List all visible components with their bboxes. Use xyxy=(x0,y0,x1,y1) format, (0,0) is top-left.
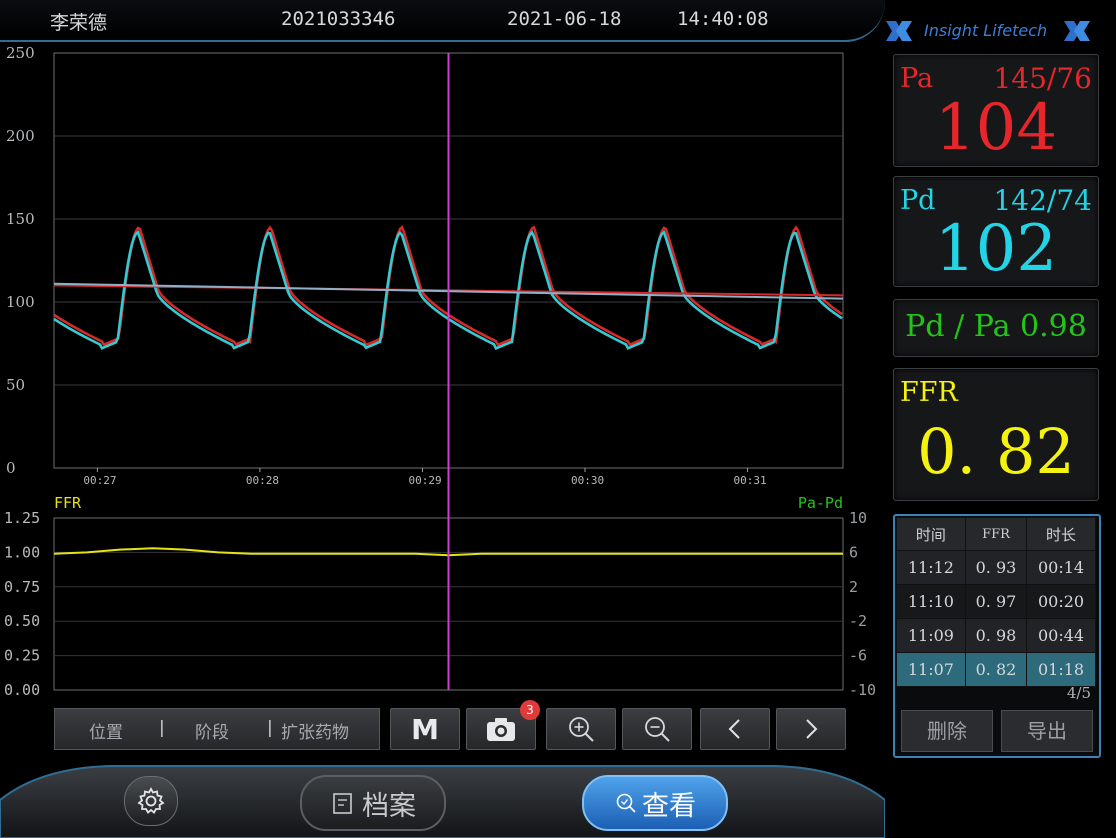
gear-icon xyxy=(137,787,165,814)
logo-text: Insight Lifetech xyxy=(924,21,1048,40)
logo-right-icon xyxy=(1064,21,1090,41)
mark-button[interactable]: M xyxy=(390,708,460,750)
y-tick-label: 0.50 xyxy=(4,612,40,630)
row-time: 11:12 xyxy=(896,550,966,585)
y2-tick-label: 10 xyxy=(849,509,867,527)
y-tick-label: 0.75 xyxy=(4,578,40,596)
zoom-out-button[interactable] xyxy=(622,708,692,750)
previous-button[interactable] xyxy=(700,708,770,750)
y2-tick-label: -10 xyxy=(849,681,876,699)
view-icon xyxy=(616,793,636,813)
position-button[interactable]: 位置 xyxy=(89,718,123,743)
row-ffr: 0. 97 xyxy=(964,584,1028,619)
patient-name: 李荣德 xyxy=(50,12,108,34)
x-tick-label: 00:29 xyxy=(408,474,441,487)
archive-label: 档案 xyxy=(362,790,416,822)
row-time: 11:10 xyxy=(896,584,966,619)
x-tick-label: 00:31 xyxy=(734,474,767,487)
ffr-history-table: 时间 FFR 时长 11:12 0. 93 00:14 11:10 0. 97 … xyxy=(893,514,1101,758)
y-tick-label: 50 xyxy=(6,376,25,394)
y-tick-label: 0 xyxy=(6,459,16,477)
pd-mean-value: 102 xyxy=(934,212,1058,286)
pa-panel: Pa 145/76 104 xyxy=(893,54,1099,167)
delete-button[interactable]: 删除 xyxy=(901,710,993,752)
chevron-left-icon xyxy=(728,719,740,739)
row-ffr: 0. 93 xyxy=(964,550,1028,585)
camera-icon xyxy=(487,718,515,741)
x-tick-label: 00:30 xyxy=(571,474,604,487)
y2-tick-label: -6 xyxy=(849,647,867,665)
snapshot-count-badge: 3 xyxy=(520,700,540,720)
separator: | xyxy=(267,718,273,738)
ffr-label: FFR xyxy=(900,377,958,408)
column-header-ffr: FFR xyxy=(964,517,1028,551)
event-marker-group: 位置 | 阶段 | 扩张药物 xyxy=(54,708,380,750)
row-duration: 00:44 xyxy=(1026,618,1096,653)
row-duration: 00:20 xyxy=(1026,584,1096,619)
ffr-trend-chart[interactable]: FFR Pa-Pd 1.25 1.00 0.75 0.50 0.25 0.00 10 6 2 -… xyxy=(0,490,885,700)
zoom-out-icon xyxy=(645,717,670,742)
y2-tick-label: 2 xyxy=(849,578,858,596)
separator: | xyxy=(159,718,165,738)
y-tick-label: 200 xyxy=(6,127,35,145)
chevron-right-icon xyxy=(806,719,818,739)
row-duration: 01:18 xyxy=(1026,652,1096,687)
pa-mean-value: 104 xyxy=(934,91,1058,165)
pressure-chart-x-axis: 00:27 00:28 00:29 00:30 00:31 xyxy=(83,468,767,487)
row-ffr: 0. 82 xyxy=(964,652,1028,687)
stage-button[interactable]: 阶段 xyxy=(195,718,229,743)
pressure-chart-y-axis: 250 200 150 100 50 0 xyxy=(6,44,35,477)
settings-button[interactable] xyxy=(124,776,178,826)
vasodilator-button[interactable]: 扩张药物 xyxy=(281,718,349,743)
zoom-in-icon xyxy=(569,717,594,742)
archive-icon xyxy=(333,793,352,814)
header-bar: 李荣德 2021033346 2021-06-18 14:40:08 xyxy=(0,0,885,44)
y-tick-label: 250 xyxy=(6,44,35,62)
pd-panel: Pd 142/74 102 xyxy=(893,176,1099,287)
page-indicator: 4/5 xyxy=(1066,684,1091,702)
column-header-duration: 时长 xyxy=(1026,517,1096,551)
brand-logo: Insight Lifetech xyxy=(882,13,1097,49)
y-tick-label: 1.25 xyxy=(4,509,40,527)
y-tick-label: 100 xyxy=(6,293,35,311)
archive-button[interactable]: 档案 xyxy=(300,775,446,831)
row-duration: 00:14 xyxy=(1026,550,1096,585)
zoom-in-button[interactable] xyxy=(546,708,616,750)
ffr-axis-title: FFR xyxy=(54,494,82,512)
ffr-chart-y2-axis: 10 6 2 -2 -6 -10 xyxy=(849,509,876,699)
row-ffr: 0. 98 xyxy=(964,618,1028,653)
table-header-row: 时间 FFR 时长 xyxy=(896,517,1096,551)
exam-date: 2021-06-18 xyxy=(507,8,622,30)
patient-id: 2021033346 xyxy=(281,8,396,30)
next-button[interactable] xyxy=(776,708,846,750)
view-button[interactable]: 查看 xyxy=(582,775,728,831)
row-time: 11:09 xyxy=(896,618,966,653)
table-row[interactable]: 11:12 0. 93 00:14 xyxy=(896,550,1096,585)
y-tick-label: 1.00 xyxy=(4,543,40,561)
y-tick-label: 150 xyxy=(6,210,35,228)
column-header-time: 时间 xyxy=(896,517,966,551)
y-tick-label: 0.00 xyxy=(4,681,40,699)
y2-tick-label: 6 xyxy=(849,543,858,561)
pd-pa-ratio: Pd / Pa 0.98 xyxy=(905,309,1087,344)
table-row-selected[interactable]: 11:07 0. 82 01:18 xyxy=(896,652,1096,687)
y2-tick-label: -2 xyxy=(849,612,867,630)
y-tick-label: 0.25 xyxy=(4,647,40,665)
export-button[interactable]: 导出 xyxy=(1001,710,1093,752)
ffr-value: 0. 82 xyxy=(917,415,1075,488)
exam-time: 14:40:08 xyxy=(677,8,769,30)
pressure-chart[interactable]: 250 200 150 100 50 0 00:27 00:28 00:29 00:30 00:3… xyxy=(0,44,885,494)
table-row[interactable]: 11:09 0. 98 00:44 xyxy=(896,618,1096,653)
logo-left-icon xyxy=(886,21,912,41)
x-tick-label: 00:27 xyxy=(83,474,116,487)
row-time: 11:07 xyxy=(896,652,966,687)
view-label: 查看 xyxy=(642,790,696,822)
pa-label: Pa xyxy=(900,63,934,94)
ffr-chart-y-axis: 1.25 1.00 0.75 0.50 0.25 0.00 xyxy=(4,509,40,699)
pd-pa-ratio-panel: Pd / Pa 0.98 xyxy=(893,299,1099,357)
x-tick-label: 00:28 xyxy=(246,474,279,487)
papd-axis-title: Pa-Pd xyxy=(798,494,843,512)
ffr-panel: FFR 0. 82 xyxy=(893,368,1099,501)
table-row[interactable]: 11:10 0. 97 00:20 xyxy=(896,584,1096,619)
